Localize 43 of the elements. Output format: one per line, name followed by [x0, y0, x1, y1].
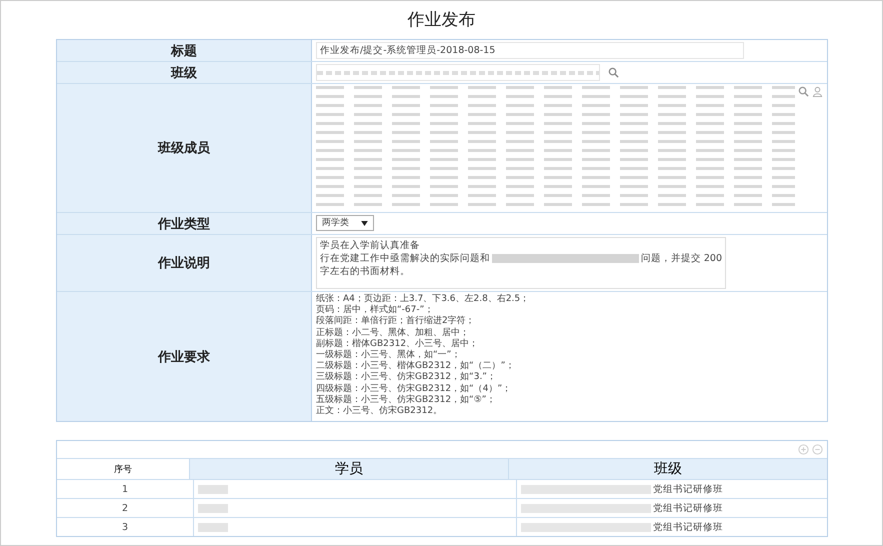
description-field[interactable]: 学员在入学前认真准备 行在党建工作中亟需解决的实际问题和 问题，并提交 200 字左右的书面材料。: [316, 237, 726, 289]
requirement-text: 正标题：小二号、黑体、加粗、居中；: [316, 328, 470, 338]
add-icon[interactable]: [798, 444, 809, 456]
person-icon[interactable]: [812, 86, 823, 97]
search-icon[interactable]: [608, 67, 619, 78]
description-text: 字左右的书面材料。: [320, 265, 410, 278]
blurred-name-drawing: [198, 522, 228, 532]
column-header: 班级: [508, 459, 827, 480]
requirement-text: 五级标题：小三号、仿宋GB2312，如“⑤”；: [316, 394, 496, 406]
column-header: 学员: [189, 459, 508, 480]
blurred-name-drawing: [198, 504, 228, 513]
blurred-name-drawing: [198, 484, 228, 494]
type-select[interactable]: 两学类: [316, 215, 374, 231]
class-text: 党组书记研修班: [653, 520, 723, 534]
requirement-text: 三级标题：小三号、仿宋GB2312，如“3.”；: [316, 372, 497, 384]
table-cell-text: 2: [120, 502, 130, 516]
requirement-text: 正文：小三号、仿宋GB2312。: [316, 406, 444, 418]
field-label: 标题: [57, 40, 312, 61]
requirement-text: 一级标题：小三号、黑体，如“一”；: [316, 350, 462, 360]
field-label: 作业说明: [57, 235, 312, 291]
requirement-text: 段落间距：单倍行距；首行缩进2字符；: [316, 316, 476, 328]
class-text: 党组书记研修班: [653, 482, 723, 496]
dropdown-caret-icon: [361, 220, 368, 226]
field-label: 作业要求: [57, 292, 312, 422]
table-cell-text: 1: [120, 482, 130, 497]
remove-icon[interactable]: [812, 444, 823, 456]
class-field[interactable]: [316, 64, 600, 81]
field-label: 班级成员: [57, 84, 312, 212]
page-title: 作业发布: [406, 9, 476, 32]
description-text: 问题，并提交 200: [640, 252, 722, 265]
requirement-text: 二级标题：小三号、楷体GB2312，如“（二）”；: [316, 361, 516, 372]
description-text: 学员在入学前认真准备: [320, 239, 420, 252]
field-label: 作业类型: [57, 213, 312, 234]
description-text: 行在党建工作中亟需解决的实际问题和: [320, 252, 490, 265]
title-field[interactable]: 作业发布/提交-系统管理员-2018-08-15: [316, 42, 744, 59]
requirement-text: 纸张：A4；页边距：上3.7、下3.6、左2.8、右2.5；: [316, 294, 530, 304]
field-label: 班级: [57, 62, 312, 83]
requirement-text: 页码：居中，样式如“-67-”；: [316, 305, 434, 316]
table-cell-text: 3: [120, 520, 130, 535]
class-text: 党组书记研修班: [653, 502, 723, 515]
requirement-text: 副标题：楷体GB2312、小三号、居中；: [316, 338, 480, 350]
search-icon[interactable]: [798, 86, 809, 97]
requirement-text: 四级标题：小三号、仿宋GB2312，如“（4）”；: [316, 384, 512, 394]
